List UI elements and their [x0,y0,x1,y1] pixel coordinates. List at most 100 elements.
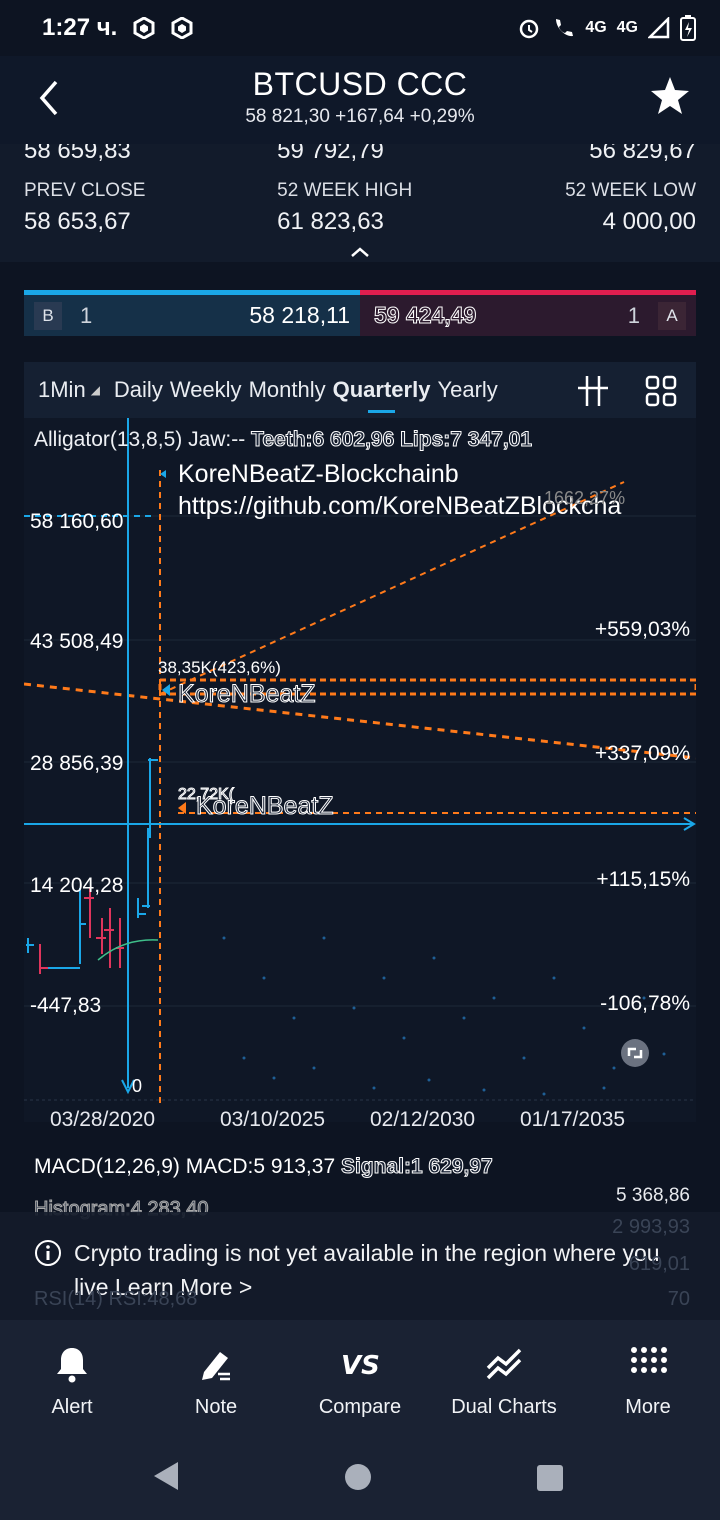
page-title: BTCUSD CCC [252,66,468,102]
prev-close-label: PREV CLOSE [24,180,146,201]
stats-panel: 58 659,83 59 792,79 56 829,67 PREV CLOSE… [0,144,720,262]
ask-price: 59 424,49 [373,302,477,329]
dual-chart-icon [486,1348,522,1380]
y-label-3: 28 856,39 [30,752,124,775]
app-notification-icon [133,17,155,39]
tab-weekly[interactable]: Weekly [170,377,242,403]
bottom-toolbar: Alert Note VS Compare Dual Charts More [0,1320,720,1430]
marker-label-1: 38,35K(423,6%) [158,658,281,677]
pct-label-4: -106,78% [600,992,690,1015]
y-label-1: 58 160,60 [30,510,124,533]
week-high-label: 52 WEEK HIGH [277,180,413,201]
prev-close-value: 58 653,67 [24,208,131,235]
bid-quantity: 1 [80,302,93,328]
expand-icon[interactable] [620,1038,650,1068]
macd-signal: Signal:1 629,97 [340,1155,493,1179]
dual-charts-button[interactable]: Dual Charts [432,1320,576,1430]
lips-value: Lips:7 347,01 [400,428,533,452]
price-summary: 58 821,30 +167,64 +0,29% [245,106,475,127]
macd-axis-2: 2 993,93 [612,1216,690,1238]
x-label-3: 02/12/2030 [370,1108,476,1131]
bid-ask-bar: B 1 58 218,11 59 424,49 1 A [24,290,696,336]
alert-label: Alert [51,1396,93,1418]
network-type-2: 4G [616,19,638,36]
x-label-4: 01/17/2035 [520,1108,626,1131]
stat-high: 59 792,79 [277,144,384,164]
x-label-2: 03/10/2025 [220,1108,326,1131]
system-navigation [0,1430,720,1520]
bid-side[interactable]: B 1 58 218,11 [24,290,360,336]
teeth-value: Teeth:6 602,96 [251,428,395,452]
info-icon [35,1240,61,1266]
crosshair-icon[interactable] [576,374,610,408]
zero-label: 0 [132,1076,143,1096]
header: BTCUSD CCC 58 821,30 +167,64 +0,29% [0,56,720,144]
annotation-korenbeatz-1[interactable]: KoreNBeatZ [178,680,317,709]
y-label-4: 14 204,28 [30,874,124,897]
alligator-indicator[interactable]: Alligator(13,8,5) Jaw:-- Teeth:6 602,96 … [34,428,533,452]
pct-label-3: +115,15% [596,868,690,891]
dual-charts-label: Dual Charts [451,1396,557,1418]
rsi-axis: 70 [667,1288,690,1310]
system-recents-icon[interactable] [536,1464,564,1492]
compare-vs-icon: VS [341,1351,380,1381]
rsi-label: RSI(14) RSI:48,68 [34,1288,198,1310]
compare-button[interactable]: VS Compare [288,1320,432,1430]
annotation-korenbeatz-2[interactable]: KoreNBeatZ [196,792,335,821]
week-high-value: 61 823,63 [277,208,384,235]
favorite-star-icon[interactable] [648,74,692,118]
clock: 1:27 ч. [42,14,118,41]
stat-low: 56 829,67 [589,144,696,164]
stat-open: 58 659,83 [24,144,131,164]
compare-label: Compare [318,1396,402,1418]
layout-grid-icon[interactable] [644,374,678,408]
system-home-icon[interactable] [344,1463,372,1491]
tab-monthly[interactable]: Monthly [249,377,326,403]
pct-label-1: +559,03% [594,618,690,641]
app-notification-icon [171,17,193,39]
bid-badge: B [34,301,62,330]
pencil-note-icon [202,1352,230,1381]
interval-caret-icon: ◢ [90,383,100,397]
annotation-title[interactable]: KoreNBeatZ-Blockchainb [178,460,459,489]
tab-quarterly[interactable]: Quarterly [333,377,430,413]
timeframe-bar: 1Min ◢ Daily Weekly Monthly Quarterly Yea… [24,362,696,418]
note-button[interactable]: Note [144,1320,288,1430]
ask-quantity: 1 [627,302,640,328]
y-label-5: -447,83 [30,994,102,1017]
interval-select[interactable]: 1Min [38,377,86,403]
signal-icon [648,17,670,39]
week-low-label: 52 WEEK LOW [565,180,696,201]
tab-yearly[interactable]: Yearly [437,377,497,403]
macd-axis-3: 619,01 [628,1253,690,1275]
note-label: Note [194,1396,238,1418]
ask-side[interactable]: 59 424,49 1 A [360,290,696,336]
call-icon [556,19,574,37]
bid-price: 58 218,11 [249,302,350,328]
alert-button[interactable]: Alert [0,1320,144,1430]
svg-text:VS: VS [341,1351,380,1381]
status-bar: 1:27 ч. 4G 4G [0,0,720,56]
chart-card: 1Min ◢ Daily Weekly Monthly Quarterly Yea… [24,362,696,1122]
ask-badge: A [658,301,686,330]
network-type: 4G [585,19,607,36]
macd-axis-1: 5 368,86 [616,1185,690,1206]
y-label-2: 43 508,49 [30,630,124,653]
macd-label: MACD(12,26,9) MACD:5 913,37 [34,1155,341,1178]
x-axis: 03/28/2020 03/10/2025 02/12/2030 01/17/2… [24,1108,696,1138]
more-button[interactable]: More [576,1320,720,1430]
tab-daily[interactable]: Daily [114,377,163,403]
battery-icon [680,15,696,41]
bell-icon [57,1348,87,1383]
x-label-1: 03/28/2020 [50,1108,156,1131]
pct-label-2: +337,09% [594,742,690,765]
alligator-label: Alligator(13,8,5) Jaw:-- [34,428,252,451]
alarm-icon [520,19,539,39]
more-label: More [625,1396,671,1418]
collapse-chevron-icon[interactable] [350,246,370,258]
system-back-icon[interactable] [152,1460,182,1492]
top-right-percent: 1662,27% [544,488,626,508]
more-grid-icon [631,1347,667,1373]
macd-indicator[interactable]: MACD(12,26,9) MACD:5 913,37 Signal:1 629… [34,1155,493,1179]
week-low-value: 4 000,00 [602,208,696,235]
